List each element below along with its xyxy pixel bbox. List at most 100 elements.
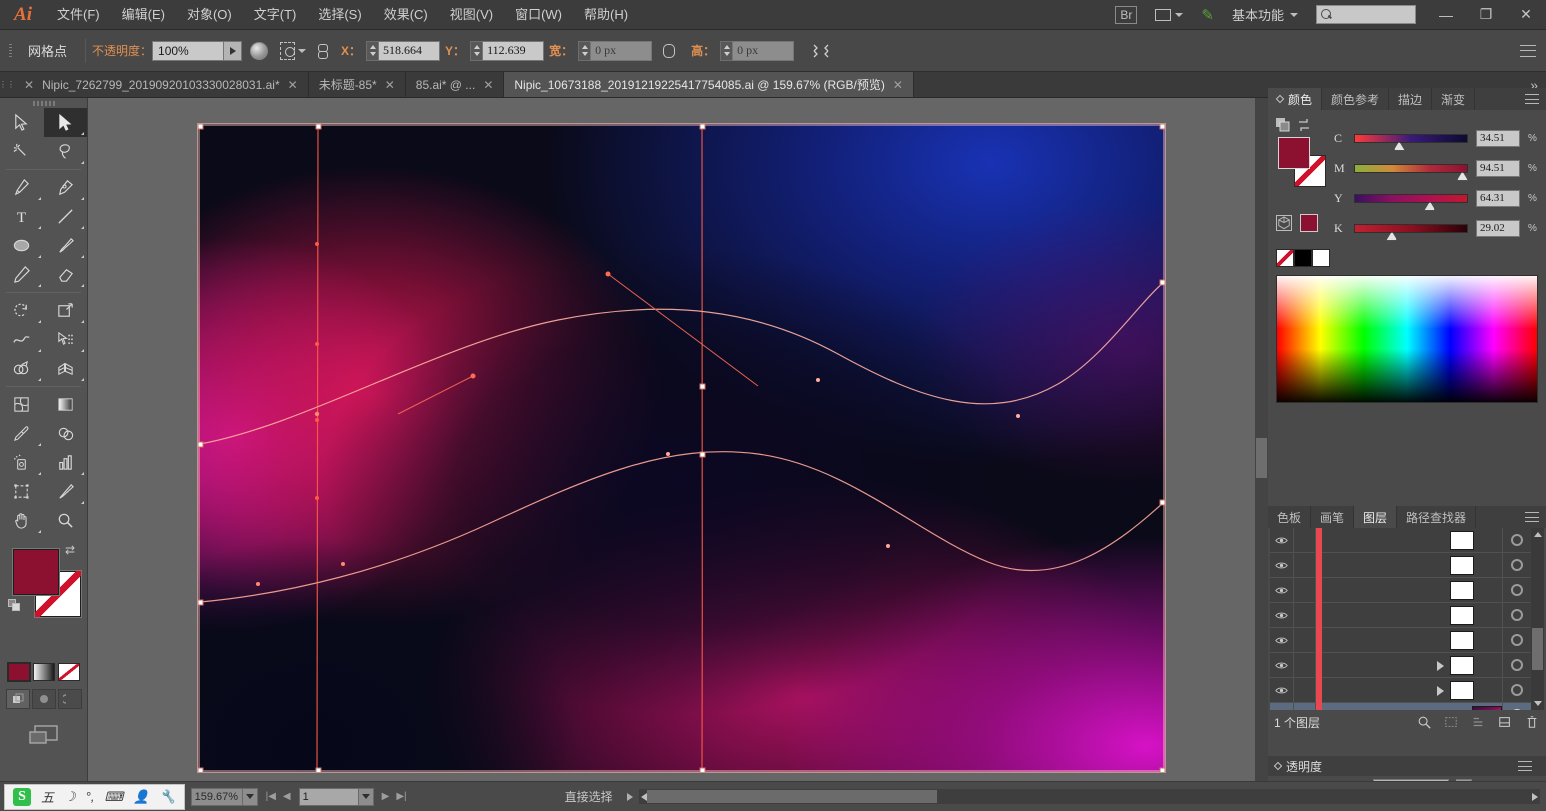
layer-target-box[interactable] [1450, 605, 1474, 625]
y-field-group[interactable]: 112.639 [470, 40, 545, 61]
expand-triangle-icon[interactable] [1437, 660, 1444, 671]
scrollbar-thumb[interactable] [646, 790, 937, 803]
screen-mode-button[interactable] [0, 723, 87, 747]
first-artboard-button[interactable]: |◀ [266, 791, 276, 802]
tab-gradient[interactable]: 渐变 [1432, 88, 1476, 110]
visibility-toggle[interactable] [1270, 627, 1294, 653]
canvas-area[interactable] [88, 98, 1268, 781]
ime-punctuation-icon[interactable]: °, [86, 789, 95, 804]
artboard[interactable] [198, 124, 1165, 772]
color-spectrum-ramp[interactable] [1276, 275, 1538, 403]
pen-tool[interactable] [0, 173, 44, 202]
gradient-tool[interactable] [44, 390, 88, 419]
table-row[interactable] [1270, 677, 1544, 703]
scrollbar-thumb[interactable] [1532, 628, 1543, 670]
lock-toggle[interactable] [1294, 528, 1316, 553]
layer-target-circle[interactable] [1502, 552, 1530, 578]
ime-user-icon[interactable]: 👤 [133, 789, 149, 805]
control-bar-grip[interactable] [6, 38, 16, 64]
table-row-selected[interactable] [1270, 702, 1544, 710]
y-input[interactable]: 112.639 [482, 40, 545, 61]
tab-stroke[interactable]: 描边 [1389, 88, 1433, 110]
color-mode-color-button[interactable] [6, 662, 31, 682]
restore-button[interactable]: ❐ [1466, 0, 1506, 30]
layer-name[interactable] [1322, 678, 1502, 703]
artboard-dropdown-icon[interactable] [358, 787, 374, 806]
visibility-toggle[interactable] [1270, 677, 1294, 703]
lasso-tool[interactable] [44, 137, 88, 166]
default-fill-stroke-button[interactable] [8, 599, 22, 613]
color-fill-swatch[interactable] [1278, 137, 1310, 169]
hand-tool[interactable] [0, 506, 44, 535]
zoom-level-group[interactable]: 159.67% [190, 787, 258, 806]
layer-name[interactable] [1322, 603, 1502, 628]
layer-target-circle[interactable] [1502, 602, 1530, 628]
lock-toggle[interactable] [1294, 702, 1316, 710]
last-artboard-button[interactable]: ▶| [396, 791, 406, 802]
layer-name[interactable] [1322, 553, 1502, 578]
slider-track-m[interactable] [1354, 163, 1468, 181]
layer-target-box[interactable] [1450, 630, 1474, 650]
layer-name[interactable] [1322, 528, 1502, 553]
menu-help[interactable]: 帮助(H) [573, 0, 639, 30]
lock-toggle[interactable] [1294, 627, 1316, 653]
style-button[interactable] [246, 38, 272, 64]
color-mode-gradient-button[interactable] [32, 663, 55, 681]
status-menu-arrow-icon[interactable] [626, 792, 633, 801]
canvas-vertical-scrollbar[interactable] [1255, 98, 1268, 781]
artboard-tool[interactable] [0, 477, 44, 506]
type-tool[interactable]: T [0, 202, 44, 231]
workspace-switcher[interactable]: 基本功能 [1224, 5, 1306, 24]
close-icon[interactable]: ✕ [385, 78, 395, 92]
visibility-toggle[interactable] [1270, 652, 1294, 678]
scroll-down-arrow-icon[interactable] [1534, 701, 1542, 706]
rotate-tool[interactable] [0, 296, 44, 325]
slider-thumb-c[interactable] [1393, 141, 1405, 151]
swatch-none[interactable] [1276, 249, 1294, 267]
slider-thumb-m[interactable] [1456, 171, 1468, 181]
color-panel-menu-button[interactable] [1518, 88, 1546, 110]
lock-toggle[interactable] [1294, 552, 1316, 578]
stock-icon[interactable]: ✎ [1191, 6, 1224, 24]
direct-selection-tool[interactable] [43, 108, 87, 137]
ellipse-tool[interactable] [0, 231, 44, 260]
transparency-panel-menu-button[interactable] [1511, 761, 1539, 771]
slice-tool[interactable] [44, 477, 88, 506]
slider-track-c[interactable] [1354, 133, 1468, 151]
height-input[interactable]: 0 px [732, 40, 795, 61]
swatch-black[interactable] [1294, 249, 1312, 267]
scale-tool[interactable] [44, 296, 88, 325]
slider-value-y[interactable]: 64.31 [1476, 189, 1520, 207]
ime-keyboard-icon[interactable]: ⌨ [104, 789, 123, 805]
artboard-number-group[interactable]: 1 [298, 787, 374, 806]
layer-target-box[interactable] [1450, 580, 1474, 600]
scrollbar-thumb[interactable] [1256, 438, 1267, 478]
tabbar-grip[interactable]: ⋮⋮ [0, 72, 15, 97]
layer-name[interactable] [1322, 628, 1502, 653]
width-input[interactable]: 0 px [590, 40, 653, 61]
visibility-toggle[interactable] [1270, 552, 1294, 578]
table-row[interactable] [1270, 602, 1544, 628]
next-artboard-button[interactable]: ▶ [382, 791, 390, 802]
document-tab-1[interactable]: ✕ Nipic_7262799_20190920103330028031.ai*… [14, 72, 309, 97]
draw-normal-button[interactable] [5, 689, 30, 709]
minimize-button[interactable]: — [1426, 0, 1466, 30]
table-row[interactable] [1270, 528, 1544, 553]
create-sublayer-button[interactable] [1469, 714, 1486, 731]
free-transform-tool[interactable] [44, 325, 88, 354]
menu-file[interactable]: 文件(F) [46, 0, 111, 30]
slider-track-y[interactable] [1354, 193, 1468, 211]
close-icon[interactable]: ✕ [483, 78, 493, 92]
sogou-logo-icon[interactable]: S [13, 787, 31, 806]
height-field-group[interactable]: 0 px [720, 40, 795, 61]
y-stepper[interactable] [470, 40, 483, 61]
layer-target-circle[interactable] [1502, 652, 1530, 678]
control-bar-menu[interactable] [1520, 44, 1546, 57]
layers-scrollbar[interactable] [1531, 528, 1544, 710]
layer-target-circle[interactable] [1502, 627, 1530, 653]
bridge-button[interactable]: Br [1105, 5, 1147, 24]
x-stepper[interactable] [366, 40, 379, 61]
layer-list[interactable] [1270, 528, 1544, 710]
align-button[interactable] [808, 38, 834, 64]
opacity-field-group[interactable]: 100% [152, 40, 243, 61]
